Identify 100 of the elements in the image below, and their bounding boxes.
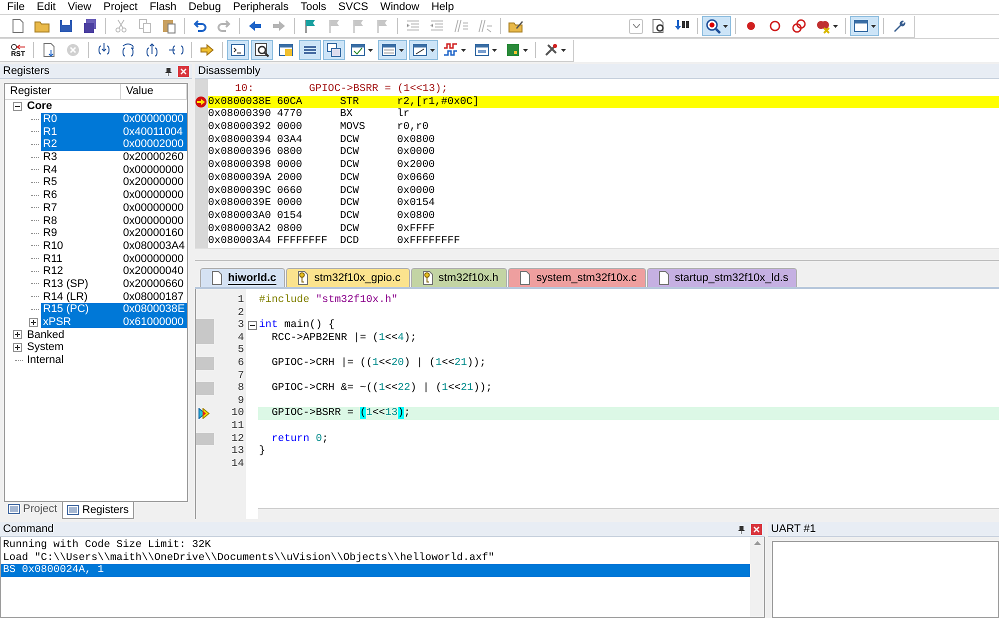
file-tab[interactable]: stm32f10x_gpio.c <box>286 268 410 287</box>
line-number: 8 <box>236 382 245 395</box>
menu-item[interactable]: File <box>1 0 31 14</box>
register-row[interactable]: R12 0x20000040 <box>41 264 187 278</box>
redo-icon <box>216 18 232 34</box>
page-key-icon <box>297 271 310 285</box>
magnifier-window-button[interactable] <box>251 40 273 60</box>
register-row[interactable]: R0 0x00000000 <box>41 112 187 126</box>
caret-icon <box>833 24 838 28</box>
watch-window-icon <box>350 42 366 58</box>
file-tab[interactable]: startup_stm32f10x_ld.s <box>646 268 798 287</box>
register-name: R11 <box>42 252 64 265</box>
panel-tab[interactable]: Project <box>3 502 62 517</box>
file-tab[interactable]: stm32f10x.h <box>410 268 508 287</box>
register-row[interactable]: R4 0x00000000 <box>41 163 187 176</box>
instruction-address: 0x08000392 <box>208 121 272 134</box>
register-row[interactable]: R8 0x00000000 <box>41 214 187 227</box>
panel-title: UART #1 <box>771 522 816 536</box>
menu-item[interactable]: Tools <box>294 0 332 14</box>
tree-connector-line <box>31 207 39 208</box>
register-row[interactable]: Internal <box>25 354 187 366</box>
trace-window-icon <box>474 42 490 58</box>
code-line: GPIOC->CRH |= ((1<<20) | (1<<21)); <box>270 356 486 370</box>
register-row[interactable]: Banked <box>25 328 187 342</box>
expand-toggle[interactable] <box>13 342 22 352</box>
register-value: 0x20000160 <box>123 227 184 240</box>
instruction-operand: 0x0000 <box>397 184 436 198</box>
register-value: 0x00000000 <box>123 252 184 265</box>
ring-icon <box>767 18 783 34</box>
window-button[interactable] <box>850 16 879 36</box>
register-row[interactable]: System <box>25 341 187 354</box>
stacked-windows-button[interactable] <box>323 40 345 60</box>
terminal-window-button[interactable] <box>227 40 249 60</box>
debug-magnifier-button[interactable] <box>702 16 731 36</box>
pin-button[interactable] <box>165 66 174 76</box>
file-tab[interactable]: hiworld.c <box>200 268 286 287</box>
tree-connector-line <box>31 144 39 145</box>
instruction-operand: 0x2000 <box>397 159 436 172</box>
instruction-mnemonic: DCW <box>340 134 360 146</box>
right-arrow-icon <box>271 18 287 34</box>
menu-item[interactable]: Help <box>425 0 460 14</box>
menu-item[interactable]: SVCS <box>332 0 374 14</box>
register-row[interactable]: R6 0x00000000 <box>41 188 187 202</box>
instruction-address: 0x080003A4 <box>208 235 272 248</box>
file-tab[interactable]: system_stm32f10x.c <box>508 268 646 287</box>
register-row[interactable]: R14 (LR) 0x08000187 <box>41 290 187 303</box>
register-grid-button[interactable] <box>299 40 321 60</box>
menu-item[interactable]: Edit <box>30 0 62 14</box>
memory-window-button[interactable] <box>378 40 407 60</box>
line-number: 5 <box>236 344 245 357</box>
menu-item[interactable]: Peripherals <box>226 0 295 14</box>
panel-tab[interactable]: Registers <box>62 502 134 519</box>
instruction-opcode: 60CA <box>277 96 304 108</box>
expand-toggle[interactable] <box>13 102 22 111</box>
menu-item[interactable]: Flash <box>144 0 183 14</box>
menu-item[interactable]: Project <box>97 0 144 14</box>
waveform-icon <box>443 42 459 58</box>
instruction-mnemonic: DCW <box>340 184 360 198</box>
scroll-up-icon <box>754 541 760 545</box>
instruction-mnemonic: DCW <box>340 146 360 160</box>
menu-item[interactable]: Window <box>374 0 426 14</box>
register-row[interactable]: R13 (SP) 0x20000660 <box>41 278 187 290</box>
register-row[interactable]: R2 0x00002000 <box>41 138 187 151</box>
panel-title: Command <box>3 522 54 536</box>
menu-item[interactable]: View <box>62 0 98 14</box>
register-row[interactable]: R7 0x00000000 <box>41 202 187 214</box>
register-name: R3 <box>42 151 58 164</box>
close-icon <box>753 526 760 532</box>
register-row[interactable]: R9 0x20000160 <box>41 226 187 240</box>
caret-icon <box>871 24 876 28</box>
line-number: 2 <box>236 306 245 320</box>
tree-connector-line <box>31 182 39 183</box>
stop-circle-icon <box>65 42 81 58</box>
register-row[interactable]: R5 0x20000000 <box>41 176 187 189</box>
register-row[interactable]: R1 0x40011004 <box>41 125 187 138</box>
close-button[interactable] <box>751 524 762 534</box>
instruction-opcode: FFFFFFFF <box>277 235 328 248</box>
memory-window-icon <box>381 42 397 58</box>
tree-connector-line <box>31 156 39 158</box>
tree-connector-line <box>31 169 39 170</box>
command-output-line: Running with Code Size Limit: 32K <box>2 539 212 552</box>
register-row[interactable]: xPSR 0x61000000 <box>41 316 187 328</box>
expand-toggle[interactable] <box>13 330 22 340</box>
plus-icon <box>30 318 37 326</box>
serial-window-button[interactable] <box>409 40 438 60</box>
register-row[interactable]: R3 0x20000260 <box>41 150 187 164</box>
pin-button[interactable] <box>738 524 747 534</box>
expand-toggle[interactable] <box>29 318 38 327</box>
chip-icon <box>505 42 521 58</box>
register-row[interactable]: Core <box>25 100 187 113</box>
document-search-icon <box>650 18 666 34</box>
tree-connector-line <box>15 360 23 361</box>
close-button[interactable] <box>178 66 189 76</box>
window-icon <box>853 18 869 34</box>
register-row[interactable]: R10 0x080003A4 <box>41 240 187 252</box>
register-row[interactable]: R15 (PC) 0x0800038E <box>41 303 187 316</box>
code-line: GPIOC->BSRR = (1<<13); <box>270 407 410 420</box>
register-row[interactable]: R11 0x00000000 <box>41 252 187 265</box>
line-number: 4 <box>236 332 245 344</box>
menu-item[interactable]: Debug <box>182 0 227 14</box>
